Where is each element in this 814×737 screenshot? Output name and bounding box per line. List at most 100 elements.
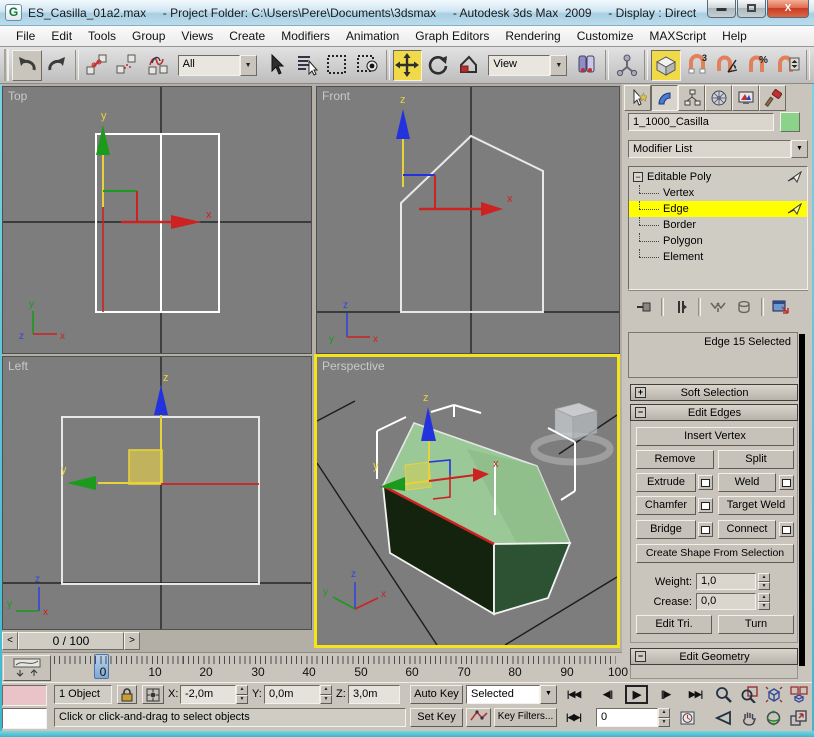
x-coordinate-field[interactable]: -2,0m	[180, 685, 236, 704]
chamfer-button[interactable]: Chamfer	[636, 496, 696, 515]
bridge-button[interactable]: Bridge	[636, 520, 696, 539]
time-configuration-button[interactable]	[676, 708, 699, 727]
zoom-extents-button[interactable]	[762, 685, 785, 704]
house-object[interactable]	[381, 422, 572, 616]
menu-modifiers[interactable]: Modifiers	[273, 27, 338, 45]
current-frame-field[interactable]: 0	[596, 708, 658, 727]
zoom-button[interactable]	[712, 685, 735, 704]
select-by-name-button[interactable]	[292, 50, 322, 81]
undo-button[interactable]	[11, 49, 42, 81]
snaps-toggle-button[interactable]	[651, 49, 681, 81]
turn-button[interactable]: Turn	[718, 615, 794, 634]
remove-modifier-button[interactable]	[732, 297, 756, 317]
tab-utilities[interactable]	[759, 85, 786, 111]
tab-display[interactable]	[732, 85, 759, 111]
app-icon[interactable]: G	[5, 4, 22, 21]
rollout-soft-selection[interactable]: + Soft Selection	[630, 384, 798, 401]
y-spinner[interactable]: ▲ ▼	[320, 685, 332, 704]
pan-button[interactable]	[737, 708, 760, 727]
menu-group[interactable]: Group	[124, 27, 173, 45]
viewport-left[interactable]: Left z y z y x	[2, 356, 312, 630]
stack-row-vertex[interactable]: Vertex	[629, 185, 807, 201]
close-button[interactable]: X	[767, 0, 809, 18]
object-name-field[interactable]: 1_1000_Casilla	[628, 113, 774, 131]
extrude-settings-button[interactable]	[698, 475, 713, 490]
menu-views[interactable]: Views	[173, 27, 221, 45]
modifier-list-dropdown[interactable]: Modifier List ▼	[628, 140, 808, 158]
next-frame-button[interactable]: ||▶	[654, 685, 677, 704]
weight-field[interactable]: 1,0	[696, 573, 756, 590]
spinner-down-icon[interactable]: ▼	[320, 694, 332, 704]
time-slider-value[interactable]: 0 / 100	[18, 632, 124, 650]
tab-create[interactable]	[624, 85, 651, 111]
percent-snap-button[interactable]: %	[743, 50, 773, 81]
auto-key-button[interactable]: Auto Key	[410, 685, 463, 704]
edit-tri-button[interactable]: Edit Tri.	[636, 615, 712, 634]
spinner-down-icon[interactable]: ▼	[236, 694, 248, 704]
go-to-end-button[interactable]: ▶▶|	[684, 685, 707, 704]
weld-button[interactable]: Weld	[718, 473, 776, 492]
stack-row-edge[interactable]: Edge	[629, 201, 807, 217]
crease-spinner[interactable]: ▲ ▼	[758, 593, 770, 610]
menu-customize[interactable]: Customize	[569, 27, 642, 45]
rollout-edit-edges[interactable]: − Edit Edges	[630, 404, 798, 421]
maximize-button[interactable]	[737, 0, 766, 18]
show-end-result-button[interactable]	[669, 297, 693, 317]
menu-file[interactable]: File	[8, 27, 43, 45]
collapse-icon[interactable]: −	[633, 172, 643, 182]
collapse-icon[interactable]: −	[635, 651, 646, 662]
use-pivot-point-center-button[interactable]	[572, 50, 602, 81]
go-to-start-button[interactable]: |◀◀	[562, 685, 585, 704]
split-button[interactable]: Split	[718, 450, 794, 469]
spinner-up-icon[interactable]: ▲	[658, 708, 670, 718]
rectangular-selection-region-button[interactable]	[323, 50, 353, 81]
spinner-up-icon[interactable]: ▲	[758, 573, 770, 582]
selection-lock-button[interactable]	[117, 685, 137, 704]
viewport-perspective[interactable]: Perspective z y x z y x	[314, 354, 620, 648]
select-and-manipulate-button[interactable]	[612, 50, 642, 81]
object-color-swatch[interactable]	[780, 112, 800, 132]
crease-field[interactable]: 0,0	[696, 593, 756, 610]
insert-vertex-button[interactable]: Insert Vertex	[636, 427, 794, 446]
zoom-extents-all-button[interactable]	[787, 685, 810, 704]
spinner-down-icon[interactable]: ▼	[758, 601, 770, 610]
minimize-button[interactable]: ▬	[707, 0, 736, 18]
collapse-icon[interactable]: −	[635, 407, 646, 418]
snap-3d-button[interactable]: 3	[682, 50, 712, 81]
menu-graph-editors[interactable]: Graph Editors	[407, 27, 497, 45]
connect-button[interactable]: Connect	[718, 520, 776, 539]
viewcube[interactable]	[553, 402, 599, 440]
weld-settings-button[interactable]	[779, 475, 794, 490]
modifier-list-arrow-icon[interactable]: ▼	[791, 140, 808, 158]
menu-tools[interactable]: Tools	[80, 27, 124, 45]
frame-spinner[interactable]: ▲ ▼	[658, 708, 670, 727]
pin-stack-button[interactable]	[632, 297, 656, 317]
panel-scrollbar[interactable]	[799, 334, 805, 666]
title-bar[interactable]: G ES_Casilla_01a2.max - Project Folder: …	[0, 0, 814, 26]
spinner-up-icon[interactable]: ▲	[320, 685, 332, 695]
spinner-up-icon[interactable]: ▲	[236, 685, 248, 695]
select-object-button[interactable]	[262, 50, 292, 81]
tab-motion[interactable]	[705, 85, 732, 111]
rollout-edit-geometry[interactable]: − Edit Geometry	[630, 648, 798, 665]
redo-button[interactable]	[43, 50, 73, 81]
bridge-settings-button[interactable]	[698, 522, 713, 537]
y-coordinate-field[interactable]: 0,0m	[264, 685, 320, 704]
play-button[interactable]: ▶	[625, 685, 648, 704]
field-of-view-button[interactable]	[712, 708, 735, 727]
selection-filter-dropdown[interactable]: All ▼	[177, 54, 257, 76]
arc-rotate-button[interactable]	[762, 708, 785, 727]
spinner-up-icon[interactable]: ▲	[758, 593, 770, 602]
spinner-down-icon[interactable]: ▼	[658, 717, 670, 727]
z-coordinate-field[interactable]: 3,0m	[348, 685, 400, 704]
previous-frame-button[interactable]: ◀||	[596, 685, 619, 704]
spinner-down-icon[interactable]: ▼	[758, 581, 770, 590]
stack-row-element[interactable]: Element	[629, 249, 807, 265]
set-key-button[interactable]: Set Key	[410, 708, 463, 727]
tab-hierarchy[interactable]	[678, 85, 705, 111]
time-slider-next-button[interactable]: >	[124, 632, 140, 650]
bind-to-spacewarp-button[interactable]	[143, 50, 173, 81]
remove-button[interactable]: Remove	[636, 450, 714, 469]
select-and-move-button[interactable]	[392, 49, 423, 81]
maxscript-listener-white[interactable]	[2, 708, 47, 729]
